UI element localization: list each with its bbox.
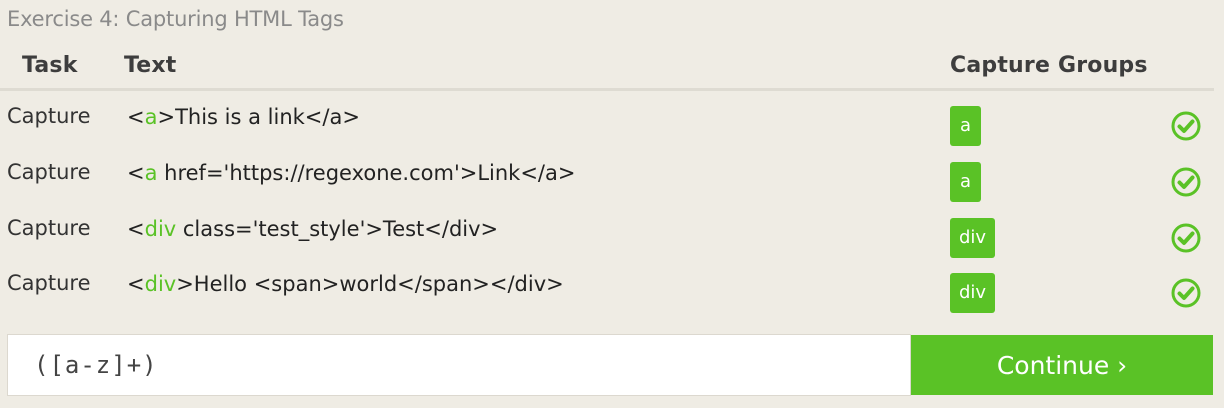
regex-input-container xyxy=(7,334,911,396)
capture-group-badge: a xyxy=(950,162,981,202)
check-icon xyxy=(1171,223,1201,253)
exercise-title: Exercise 4: Capturing HTML Tags xyxy=(7,7,344,31)
text-prefix: < xyxy=(127,217,145,241)
table-row: Capture <div class='test_style'>Test</di… xyxy=(0,208,1224,264)
table-row: Capture <a>This is a link</a> a xyxy=(0,96,1224,152)
header-task: Task xyxy=(22,53,78,78)
text-prefix: < xyxy=(127,272,145,296)
capture-group-badge: a xyxy=(950,106,981,146)
text-prefix: < xyxy=(127,105,145,129)
task-label: Capture xyxy=(7,216,91,240)
text-suffix: >This is a link</a> xyxy=(157,105,360,129)
test-string: <div>Hello <span>world</span></div> xyxy=(127,272,564,296)
text-match: div xyxy=(144,217,177,241)
table-header: Task Text Capture Groups xyxy=(0,50,1214,91)
check-icon xyxy=(1171,167,1201,197)
capture-group-badge: div xyxy=(950,218,996,258)
check-icon xyxy=(1171,278,1201,308)
regex-input[interactable] xyxy=(8,335,910,395)
task-label: Capture xyxy=(7,160,91,184)
text-suffix: href='https://regexone.com'>Link</a> xyxy=(157,161,576,185)
test-string: <a>This is a link</a> xyxy=(127,105,360,129)
text-prefix: < xyxy=(127,161,145,185)
continue-button[interactable]: Continue › xyxy=(911,335,1213,395)
text-match: a xyxy=(144,161,158,185)
table-row: Capture <a href='https://regexone.com'>L… xyxy=(0,152,1224,208)
check-icon xyxy=(1171,111,1201,141)
task-label: Capture xyxy=(7,271,91,295)
text-suffix: >Hello <span>world</span></div> xyxy=(176,272,564,296)
text-match: a xyxy=(144,105,158,129)
test-string: <a href='https://regexone.com'>Link</a> xyxy=(127,161,575,185)
header-capture-groups: Capture Groups xyxy=(950,53,1148,78)
test-string: <div class='test_style'>Test</div> xyxy=(127,217,498,241)
table-row: Capture <div>Hello <span>world</span></d… xyxy=(0,263,1224,319)
text-match: div xyxy=(144,272,177,296)
text-suffix: class='test_style'>Test</div> xyxy=(176,217,499,241)
capture-group-badge: div xyxy=(950,273,996,313)
header-text: Text xyxy=(124,53,177,78)
task-label: Capture xyxy=(7,104,91,128)
